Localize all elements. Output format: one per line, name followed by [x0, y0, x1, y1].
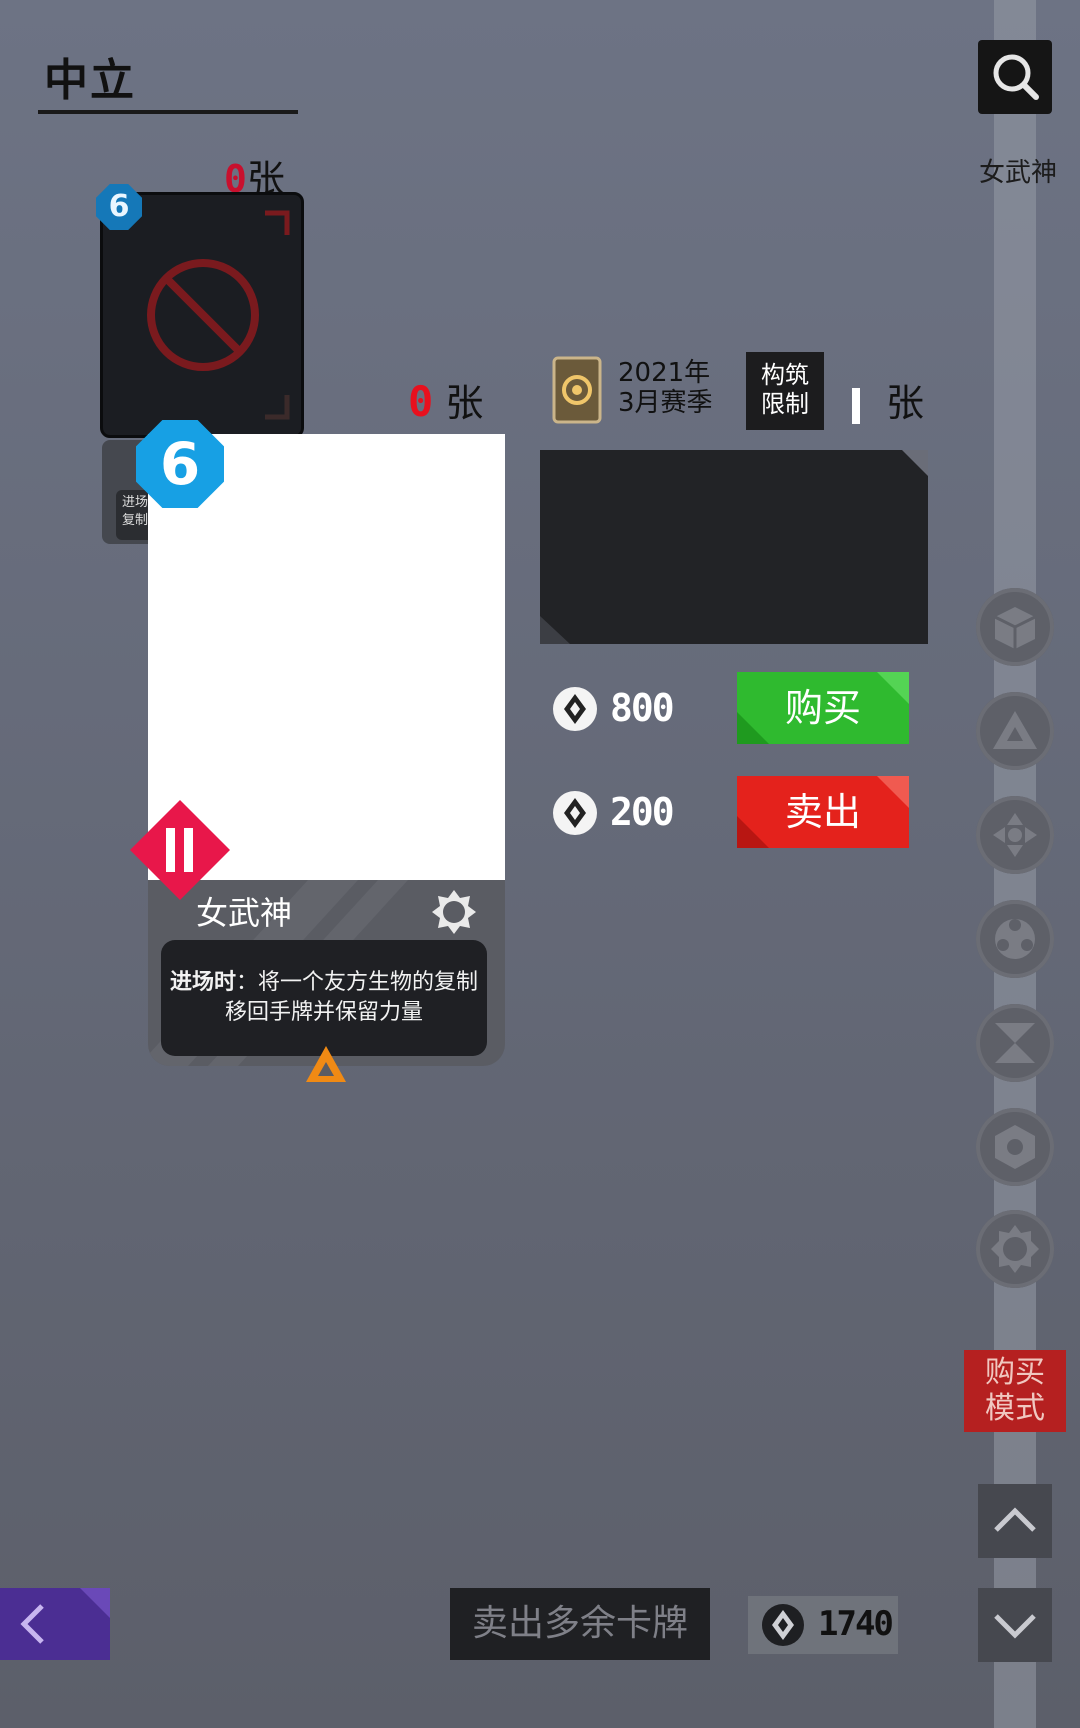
forbidden-icon [147, 210, 290, 420]
scroll-up-button[interactable] [978, 1484, 1052, 1558]
coin-icon [553, 791, 597, 835]
category-underline [38, 110, 298, 114]
coin-icon [553, 687, 597, 731]
filter-circles-icon[interactable] [976, 900, 1054, 978]
filter-arrows-icon[interactable] [976, 796, 1054, 874]
coin-icon [762, 1604, 804, 1646]
sell-price: 200 [610, 790, 675, 834]
filter-hexagon-icon[interactable] [976, 1108, 1054, 1186]
deck-limit-badge: 构筑 限制 [746, 352, 824, 430]
faction-triangle-icon [306, 1046, 346, 1082]
mini-card-art[interactable] [100, 192, 304, 438]
wallet-amount: 1740 [818, 1604, 894, 1644]
corner-decoration [902, 450, 928, 476]
search-icon [993, 54, 1039, 100]
filter-cube-icon[interactable] [976, 588, 1054, 666]
deck-limit-count: 张 [852, 372, 924, 427]
buy-button[interactable]: 购买 [737, 672, 909, 744]
corner-decoration [540, 616, 570, 644]
card-ability-text: 进场时：将一个友方生物的复制移回手牌并保留力量 [161, 940, 487, 1056]
category-title: 中立 [44, 55, 136, 106]
sell-extra-cards-button[interactable]: 卖出多余卡牌 [450, 1588, 710, 1660]
season-card-icon [552, 356, 602, 424]
buy-price: 800 [610, 686, 675, 730]
search-button[interactable] [978, 40, 1052, 114]
card-owned-count: 0 张 [408, 377, 484, 426]
filter-triangle-icon[interactable] [976, 692, 1054, 770]
buy-mode-button[interactable]: 购买 模式 [964, 1350, 1066, 1432]
chevron-left-icon [20, 1588, 110, 1644]
rank-diamond-icon [130, 800, 230, 900]
scroll-down-button[interactable] [978, 1588, 1052, 1662]
card-cost-badge: 6 [136, 420, 224, 508]
sell-button[interactable]: 卖出 [737, 776, 909, 848]
back-button[interactable] [0, 1588, 110, 1660]
chevron-up-icon [994, 1507, 1036, 1532]
sun-icon [430, 888, 478, 936]
wallet-balance: 1740 [748, 1596, 898, 1654]
filter-gear-icon[interactable] [976, 1210, 1054, 1288]
season-label: 2021年 3月赛季 [618, 358, 713, 418]
card-detail-box [540, 450, 928, 644]
filter-hourglass-icon[interactable] [976, 1004, 1054, 1082]
search-query-label: 女武神 [978, 158, 1057, 188]
card-name: 女武神 [196, 894, 293, 932]
chevron-down-icon [994, 1614, 1036, 1639]
